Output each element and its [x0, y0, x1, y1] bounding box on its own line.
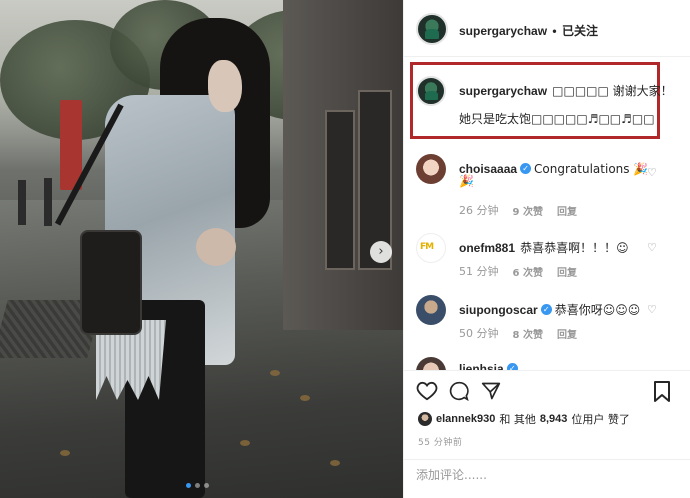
comment-meta: 26 分钟 9 次赞 回复 [459, 202, 577, 218]
likes-suffix: 位用户 赞了 [571, 413, 630, 426]
comment-username[interactable]: lienhsia [459, 362, 504, 370]
comment-username[interactable]: siupongoscar [459, 303, 538, 317]
comment-text: □□□□□ 谢谢大家！ [552, 84, 673, 98]
paper-plane-icon[interactable] [480, 381, 502, 404]
comment-avatar[interactable] [416, 76, 446, 106]
comment-avatar[interactable] [416, 295, 446, 325]
comment-like-icon[interactable]: ♡ [647, 166, 659, 179]
liker-avatar[interactable] [418, 412, 432, 426]
verified-badge-icon: ✓ [540, 304, 552, 315]
photo-bollard [18, 180, 26, 225]
post-detail-panel: supergarychaw • 已关注 supergarychaw □□□□□ … [403, 0, 690, 498]
comment-like-icon[interactable]: ♡ [647, 303, 659, 316]
comment-time: 50 分钟 [459, 327, 499, 340]
photo-crossbody-bag [80, 230, 142, 335]
author-avatar[interactable] [416, 13, 448, 45]
comment-item: lienhsia ✓ [404, 355, 690, 370]
comment-text-line2: 她只是吃太饱□□□□□♬□□♬□□ [459, 112, 655, 126]
speech-bubble-icon[interactable] [448, 381, 470, 404]
comment-meta: 50 分钟 8 次赞 回复 [459, 325, 577, 341]
likes-count[interactable]: 8,943 [540, 413, 568, 425]
comment-like-icon[interactable]: ♡ [647, 241, 659, 254]
photo-leaf [60, 450, 70, 456]
photo-bollard [44, 178, 52, 226]
following-button[interactable]: 已关注 [562, 24, 598, 38]
photo-woman-belly [196, 228, 236, 266]
comment-time: 26 分钟 [459, 204, 499, 217]
bookmark-icon[interactable] [653, 381, 671, 406]
photo-woman-face [208, 60, 242, 112]
first-liker-username[interactable]: elannek930 [436, 413, 495, 425]
comment-text-line2: 🎉 [459, 174, 474, 188]
reply-button[interactable]: 回复 [557, 203, 577, 218]
photo-leaf [240, 440, 250, 446]
photo-shop-panel [325, 110, 355, 270]
comment-text: 恭喜你呀☺☺☺ [554, 303, 641, 317]
carousel-dot-active [186, 483, 191, 488]
comment-likes[interactable]: 9 次赞 [513, 203, 543, 218]
next-photo-button[interactable]: › [370, 241, 392, 263]
highlight-box [410, 62, 660, 139]
post-header: supergarychaw • 已关注 [404, 0, 690, 57]
comment-text: 恭喜恭喜啊！！！☺ [520, 241, 629, 255]
comment-username[interactable]: onefm881 [459, 241, 515, 255]
photo-leaf [270, 370, 280, 376]
add-comment-bar [404, 459, 690, 489]
comment-likes[interactable]: 6 次赞 [513, 264, 543, 279]
carousel-dots [186, 483, 209, 488]
reply-button[interactable]: 回复 [557, 326, 577, 341]
post-actions: elannek930 和 其他 8,943 位用户 赞了 55 分钟前 [404, 370, 690, 488]
header-separator: • [552, 24, 557, 38]
comment-text: Congratulations 🎉 [534, 162, 649, 176]
post-photo[interactable]: › [0, 0, 403, 498]
carousel-dot [195, 483, 200, 488]
post-timestamp[interactable]: 55 分钟前 [418, 435, 462, 448]
comment-username[interactable]: supergarychaw [459, 84, 547, 98]
photo-leaf [330, 460, 340, 466]
comment-likes[interactable]: 8 次赞 [513, 326, 543, 341]
verified-badge-icon: ✓ [520, 163, 532, 174]
comment-avatar[interactable] [416, 154, 446, 184]
heart-outline-icon[interactable] [416, 381, 438, 404]
comment-time: 51 分钟 [459, 265, 499, 278]
photo-leaf [300, 395, 310, 401]
comment-avatar[interactable] [416, 233, 446, 263]
comment-meta: 51 分钟 6 次赞 回复 [459, 263, 577, 279]
author-username[interactable]: supergarychaw [459, 24, 547, 38]
likes-summary: elannek930 和 其他 8,943 位用户 赞了 [418, 411, 630, 427]
likes-connector: 和 其他 [499, 413, 536, 426]
comment-avatar[interactable] [416, 357, 446, 370]
author-line: supergarychaw • 已关注 [459, 22, 598, 39]
add-comment-input[interactable] [416, 468, 656, 482]
carousel-dot [204, 483, 209, 488]
verified-badge-icon: ✓ [506, 363, 518, 370]
reply-button[interactable]: 回复 [557, 264, 577, 279]
